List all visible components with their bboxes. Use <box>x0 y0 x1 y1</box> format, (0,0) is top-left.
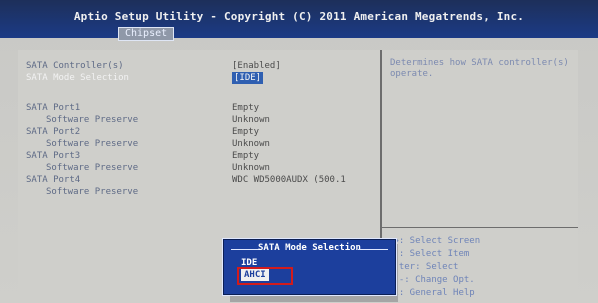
hint-general-help: F1: General Help <box>388 288 475 298</box>
software-preserve-1-value: Unknown <box>232 115 270 125</box>
top-bar: Aptio Setup Utility - Copyright (C) 2011… <box>0 0 598 41</box>
key-hints: ←→: Select Screen ↑↓: Select Item Enter:… <box>388 235 578 300</box>
software-preserve-2-value: Unknown <box>232 139 270 149</box>
sata-port2-label: SATA Port2 <box>26 127 81 137</box>
software-preserve-3-label: Software Preserve <box>46 163 139 173</box>
selection-highlight-box <box>237 267 293 285</box>
sata-port4-value: WDC WD5000AUDX (500.1 <box>232 175 346 185</box>
sata-port2-value: Empty <box>232 127 260 137</box>
bios-screen: Aptio Setup Utility - Copyright (C) 2011… <box>0 0 598 303</box>
sata-port3-value: Empty <box>232 151 260 161</box>
help-description: Determines how SATA controller(s) operat… <box>390 58 569 79</box>
tab-chipset[interactable]: Chipset <box>118 27 175 41</box>
hint-select-item: ↑↓: Select Item <box>388 249 470 259</box>
app-title: Aptio Setup Utility - Copyright (C) 2011… <box>73 10 525 23</box>
software-preserve-1-label: Software Preserve <box>46 115 139 125</box>
sata-mode-selection-label: SATA Mode Selection <box>26 73 129 83</box>
dialog-title-right-line <box>358 249 388 250</box>
hint-enter-select: Enter: Select <box>388 262 459 272</box>
help-divider <box>382 227 578 228</box>
sata-port1-value: Empty <box>232 103 260 113</box>
sata-controllers-value[interactable]: [Enabled] <box>232 60 281 72</box>
sata-mode-selection-value[interactable]: [IDE] <box>232 72 264 84</box>
main-panel: SATA Controller(s) [Enabled] SATA Mode S… <box>18 50 578 302</box>
dialog-title: SATA Mode Selection <box>258 243 361 253</box>
sata-port3-label: SATA Port3 <box>26 151 81 161</box>
hint-change-option: +/-: Change Opt. <box>388 275 475 285</box>
software-preserve-2-label: Software Preserve <box>46 139 139 149</box>
sata-port4-label: SATA Port4 <box>26 175 81 185</box>
software-preserve-4-label: Software Preserve <box>46 187 139 197</box>
hint-select-screen: ←→: Select Screen <box>388 236 481 246</box>
sata-mode-dialog[interactable]: SATA Mode Selection IDE AHCI <box>222 238 397 296</box>
software-preserve-3-value: Unknown <box>232 163 270 173</box>
sata-controllers-label: SATA Controller(s) <box>26 61 124 71</box>
sata-port1-label: SATA Port1 <box>26 103 81 113</box>
